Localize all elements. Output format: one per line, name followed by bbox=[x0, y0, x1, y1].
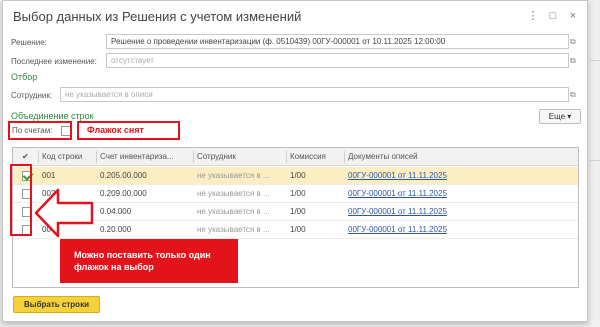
row-account: 0.205.00.000 bbox=[100, 171, 147, 180]
col-header-code[interactable]: Код строки bbox=[42, 148, 94, 166]
select-rows-button[interactable]: Выбрать строки bbox=[13, 296, 100, 313]
more-button[interactable]: Еще ▾ bbox=[539, 109, 581, 124]
dialog-title: Выбор данных из Решения с учетом изменен… bbox=[13, 9, 302, 24]
close-icon[interactable]: × bbox=[567, 10, 579, 22]
row-account: 0.209.00.000 bbox=[100, 189, 147, 198]
col-header-account[interactable]: Счет инвентариза... bbox=[100, 148, 190, 166]
table-row[interactable]: 002 0.209.00.000 не указывается в ... 1/… bbox=[13, 185, 578, 203]
row-account: 0.04.000 bbox=[100, 207, 132, 216]
col-header-employee[interactable]: Сотрудник bbox=[197, 148, 287, 166]
row-commission: 1/00 bbox=[290, 171, 306, 180]
table-row[interactable]: 001 0.205.00.000 не указывается в ... 1/… bbox=[13, 167, 578, 185]
column-divider bbox=[193, 151, 194, 163]
background-divider bbox=[590, 60, 600, 61]
annotation-note: Можно поставить только один флажок на вы… bbox=[60, 239, 238, 283]
row-employee: не указывается в ... bbox=[197, 225, 270, 234]
maximize-icon[interactable]: □ bbox=[547, 10, 559, 22]
table-header: ✔ Код строки Счет инвентариза... Сотрудн… bbox=[13, 148, 578, 166]
col-header-commission[interactable]: Комиссия bbox=[290, 148, 342, 166]
table-row[interactable]: 004 0.20.000 не указывается в ... 1/00 0… bbox=[13, 221, 578, 239]
last-change-label: Последнее изменение: bbox=[11, 57, 97, 66]
employee-field[interactable]: не указывается в описи bbox=[60, 87, 569, 102]
row-employee: не указывается в ... bbox=[197, 207, 270, 216]
row-employee: не указывается в ... bbox=[197, 189, 270, 198]
background-divider bbox=[590, 160, 600, 161]
window-controls: ⋮ □ × bbox=[527, 10, 579, 22]
open-link-icon[interactable]: ⧉ bbox=[570, 56, 579, 65]
last-change-field[interactable]: отсутствует bbox=[106, 53, 569, 68]
open-link-icon[interactable]: ⧉ bbox=[570, 37, 579, 46]
row-account: 0.20.000 bbox=[100, 225, 132, 234]
column-divider bbox=[38, 151, 39, 163]
row-commission: 1/00 bbox=[290, 225, 306, 234]
row-docs-link[interactable]: 00ГУ-000001 от 11.11.2025 bbox=[348, 167, 447, 185]
row-docs-link[interactable]: 00ГУ-000001 от 11.11.2025 bbox=[348, 221, 447, 239]
annotation-flag-off: Флажок снят bbox=[87, 125, 144, 135]
row-docs-link[interactable]: 00ГУ-000001 от 11.11.2025 bbox=[348, 203, 447, 221]
row-commission: 1/00 bbox=[290, 207, 306, 216]
decision-label: Решение: bbox=[11, 38, 47, 47]
more-actions-icon[interactable]: ⋮ bbox=[527, 10, 539, 22]
annotation-arrow-icon bbox=[34, 188, 94, 238]
row-docs-link[interactable]: 00ГУ-000001 от 11.11.2025 bbox=[348, 185, 447, 203]
open-link-icon[interactable]: ⧉ bbox=[570, 90, 579, 99]
col-header-docs[interactable]: Документы описей bbox=[348, 148, 548, 166]
row-code: 001 bbox=[42, 171, 56, 180]
table-row[interactable]: 003 0.04.000 не указывается в ... 1/00 0… bbox=[13, 203, 578, 221]
annotation-box-checkbox bbox=[8, 121, 72, 140]
column-divider bbox=[96, 151, 97, 163]
column-divider bbox=[286, 151, 287, 163]
column-divider bbox=[344, 151, 345, 163]
decision-field[interactable]: Решение о проведении инвентаризации (ф. … bbox=[106, 34, 569, 49]
grouping-section-title: Объединение строк bbox=[11, 111, 94, 121]
annotation-box-checkboxes bbox=[10, 164, 32, 236]
row-commission: 1/00 bbox=[290, 189, 306, 198]
row-employee: не указывается в ... bbox=[197, 171, 270, 180]
employee-label: Сотрудник: bbox=[11, 91, 53, 100]
filter-section-title: Отбор bbox=[11, 72, 38, 82]
